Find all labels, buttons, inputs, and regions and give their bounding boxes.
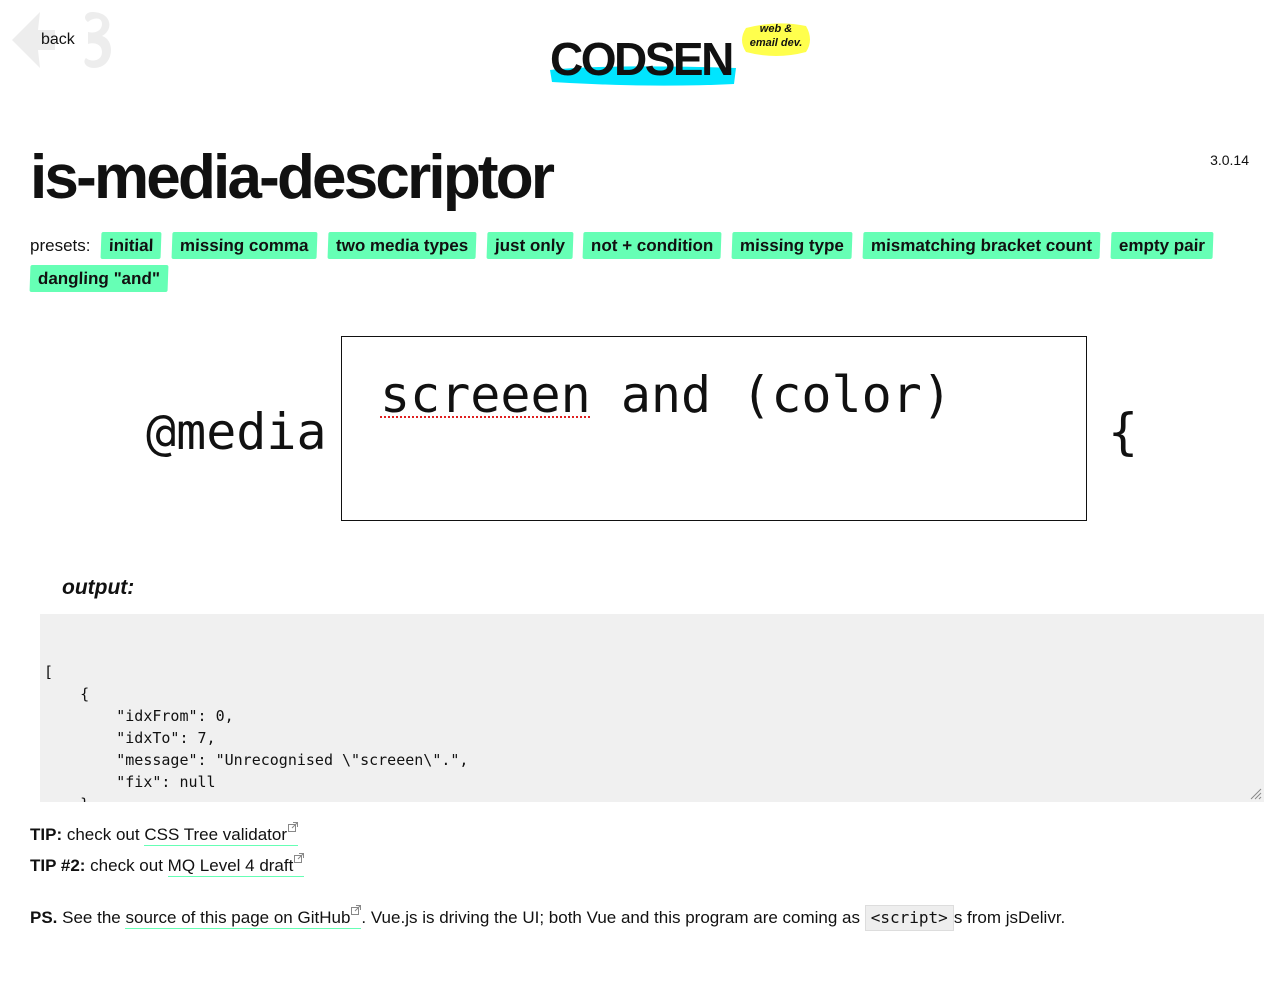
spellcheck-underline xyxy=(380,416,590,418)
tip-1-label: TIP: xyxy=(30,825,63,844)
media-query-input[interactable]: screeen and (color) xyxy=(341,336,1087,521)
css-tree-validator-link-text: CSS Tree validator xyxy=(144,825,288,844)
preset-just-only[interactable]: just only xyxy=(486,232,573,259)
mq-level-4-draft-link[interactable]: MQ Level 4 draft xyxy=(167,853,305,877)
version-number: 3.0.14 xyxy=(1210,152,1249,168)
tip-2: TIP #2: check out MQ Level 4 draft xyxy=(30,853,305,877)
output-text: [ { "idxFrom": 0, "idxTo": 7, "message":… xyxy=(44,663,469,802)
ps-label: PS. xyxy=(30,908,58,927)
open-brace: { xyxy=(1108,403,1139,461)
tip-1-text: check out xyxy=(66,825,140,844)
preset-initial[interactable]: initial xyxy=(100,232,163,259)
preset-mismatching-bracket-count[interactable]: mismatching bracket count xyxy=(862,232,1101,259)
presets-bar: presets: initial missing comma two media… xyxy=(29,230,1230,296)
preset-not-condition[interactable]: not + condition xyxy=(582,232,723,259)
css-tree-validator-link[interactable]: CSS Tree validator xyxy=(144,822,299,846)
output-textarea[interactable]: [ { "idxFrom": 0, "idxTo": 7, "message":… xyxy=(40,614,1264,802)
script-code-tag: <script> xyxy=(864,905,954,931)
logo-wordmark: CODSEN xyxy=(550,33,734,85)
ps-text-before: See the xyxy=(62,908,121,927)
tip-1: TIP: check out CSS Tree validator xyxy=(30,822,299,846)
preset-missing-type[interactable]: missing type xyxy=(731,232,853,259)
back-link[interactable]: back xyxy=(10,10,120,70)
mq-level-4-draft-link-text: MQ Level 4 draft xyxy=(167,856,294,875)
preset-empty-pair[interactable]: empty pair xyxy=(1110,232,1214,259)
ps-text-middle: . Vue.js is driving the UI; both Vue and… xyxy=(361,908,861,927)
tip-2-text: check out xyxy=(90,856,163,875)
ps-text-after: s from jsDelivr. xyxy=(953,908,1066,927)
external-link-icon xyxy=(288,822,299,832)
page-title: is-media-descriptor xyxy=(30,143,555,212)
resize-grip-icon[interactable] xyxy=(1250,788,1262,800)
media-prefix: @media xyxy=(146,403,327,461)
output-label: output: xyxy=(62,576,135,599)
external-link-icon xyxy=(294,853,305,863)
codsen-logo[interactable]: CODSEN web & email dev. xyxy=(548,23,818,98)
preset-two-media-types[interactable]: two media types xyxy=(327,232,477,259)
logo-tagline: web & email dev. xyxy=(744,22,808,50)
ps-note: PS. See the source of this page on GitHu… xyxy=(30,905,1065,931)
preset-dangling-and[interactable]: dangling "and" xyxy=(29,265,169,292)
logo-tagline-line1: web & xyxy=(759,23,793,35)
external-link-icon xyxy=(351,905,362,915)
github-source-link-text: source of this page on GitHub xyxy=(125,908,351,927)
tip-2-label: TIP #2: xyxy=(30,856,86,875)
logo-tagline-line2: email dev. xyxy=(749,37,803,49)
presets-label: presets: xyxy=(30,236,91,255)
back-label: back xyxy=(41,31,75,48)
github-source-link[interactable]: source of this page on GitHub xyxy=(125,905,362,929)
preset-missing-comma[interactable]: missing comma xyxy=(171,232,318,259)
